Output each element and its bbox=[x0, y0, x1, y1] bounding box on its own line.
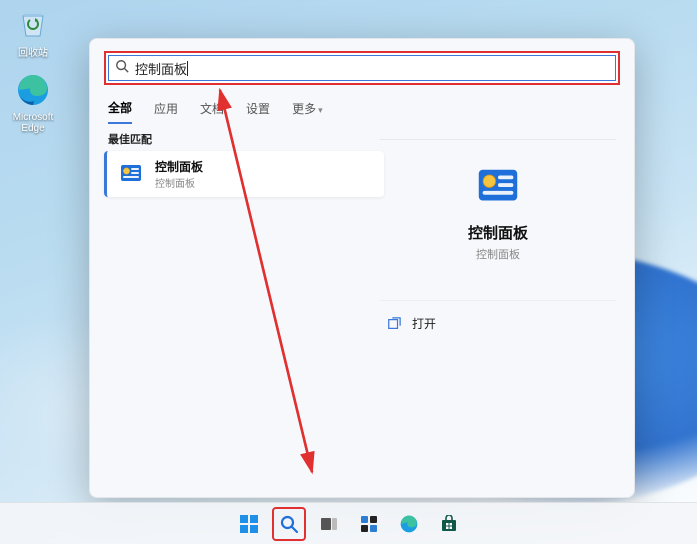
tab-apps[interactable]: 应用 bbox=[154, 100, 178, 123]
taskbar-widgets-button[interactable] bbox=[352, 507, 386, 541]
taskbar-store-button[interactable] bbox=[432, 507, 466, 541]
edge-icon bbox=[13, 70, 53, 110]
desktop-icon-label: 回收站 bbox=[6, 44, 60, 59]
recycle-bin-icon bbox=[13, 2, 53, 42]
desktop-icon-edge[interactable]: Microsoft Edge bbox=[6, 70, 60, 134]
detail-action-label: 打开 bbox=[412, 315, 436, 332]
open-icon bbox=[386, 316, 402, 332]
taskbar-search-button[interactable] bbox=[272, 507, 306, 541]
detail-subtitle: 控制面板 bbox=[380, 246, 616, 262]
search-icon bbox=[279, 514, 299, 534]
task-view-icon bbox=[320, 515, 338, 533]
windows-logo-icon bbox=[239, 514, 259, 534]
desktop-icon-label: Microsoft Edge bbox=[6, 112, 60, 134]
taskbar-edge-button[interactable] bbox=[392, 507, 426, 541]
result-title: 控制面板 bbox=[155, 158, 203, 175]
tab-more[interactable]: 更多▾ bbox=[292, 100, 323, 123]
store-icon bbox=[440, 515, 458, 533]
search-box[interactable]: 控制面板 bbox=[108, 55, 616, 81]
detail-action-open[interactable]: 打开 bbox=[380, 311, 616, 336]
search-result-control-panel[interactable]: 控制面板 控制面板 bbox=[104, 151, 384, 197]
taskbar-task-view-button[interactable] bbox=[312, 507, 346, 541]
tab-docs[interactable]: 文档 bbox=[200, 100, 224, 123]
detail-title: 控制面板 bbox=[380, 222, 616, 243]
best-match-label: 最佳匹配 bbox=[108, 131, 152, 147]
search-panel: 控制面板 全部 应用 文档 设置 更多▾ 最佳匹配 控制面板 控制面板 bbox=[89, 38, 635, 498]
taskbar-start-button[interactable] bbox=[232, 507, 266, 541]
widgets-icon bbox=[360, 515, 378, 533]
control-panel-icon bbox=[117, 160, 145, 188]
tab-all[interactable]: 全部 bbox=[108, 99, 132, 124]
edge-icon bbox=[399, 514, 419, 534]
search-tabs: 全部 应用 文档 设置 更多▾ bbox=[108, 99, 323, 124]
chevron-down-icon: ▾ bbox=[318, 105, 323, 115]
desktop-icon-recycle-bin[interactable]: 回收站 bbox=[6, 2, 60, 59]
detail-pane: 控制面板 控制面板 打开 bbox=[380, 139, 616, 339]
tab-more-label: 更多 bbox=[292, 102, 316, 116]
result-subtitle: 控制面板 bbox=[155, 175, 203, 190]
tab-settings[interactable]: 设置 bbox=[246, 100, 270, 123]
search-box-highlight: 控制面板 bbox=[104, 51, 620, 85]
control-panel-icon-large bbox=[473, 162, 523, 212]
taskbar bbox=[0, 502, 697, 544]
